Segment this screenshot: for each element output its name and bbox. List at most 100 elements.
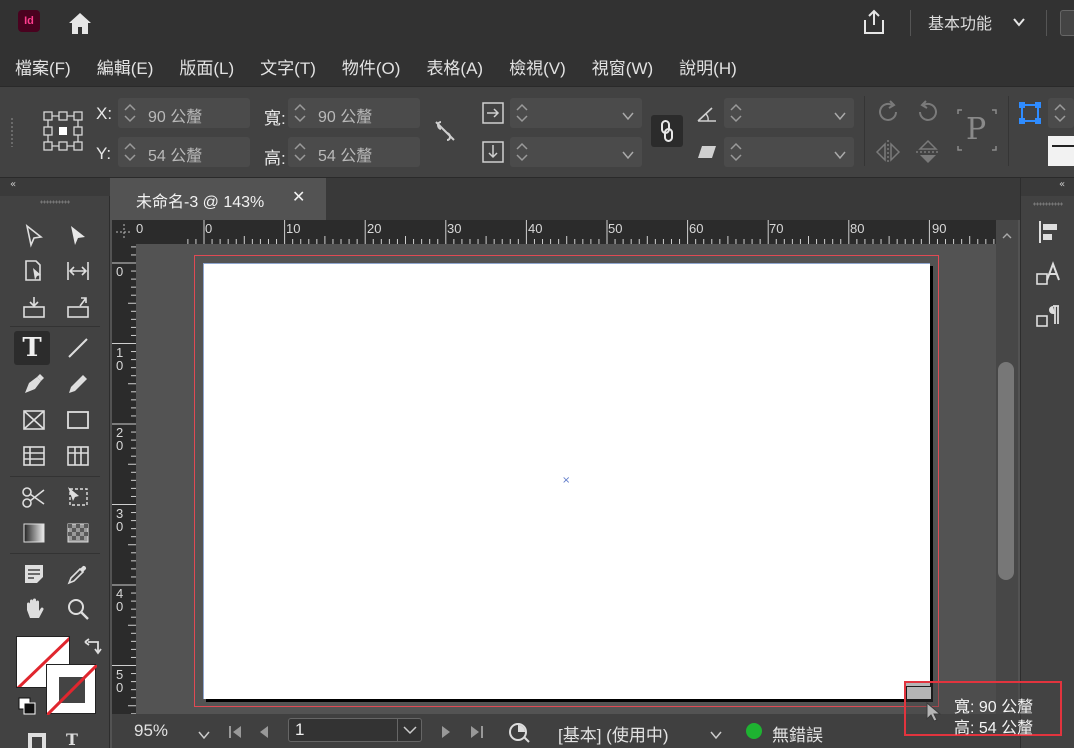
chevron-down-icon[interactable] [834, 146, 846, 160]
stroke-weight-field[interactable] [1048, 98, 1074, 128]
menu-window[interactable]: 視窗(W) [592, 54, 653, 79]
stepper-icon[interactable] [292, 140, 308, 164]
line-tool-icon[interactable] [60, 331, 96, 365]
document-tab[interactable]: 未命名-3 @ 143% ✕ [112, 178, 326, 220]
character-styles-icon[interactable] [1035, 260, 1063, 288]
pencil-tool-icon[interactable] [60, 367, 96, 401]
menu-object[interactable]: 物件(O) [342, 54, 401, 79]
scrollbar-thumb[interactable] [998, 362, 1014, 580]
stepper-icon[interactable] [292, 101, 308, 125]
paragraph-styles-icon[interactable] [1035, 302, 1063, 330]
panel-grip[interactable] [10, 117, 14, 147]
link-icon[interactable] [651, 115, 683, 147]
collapse-icon[interactable]: « [10, 179, 16, 190]
formatting-text-icon[interactable]: T [66, 730, 78, 748]
home-icon[interactable] [66, 10, 94, 36]
scale-y-field[interactable] [510, 137, 642, 167]
stepper-icon[interactable] [1052, 101, 1068, 125]
scroll-up-icon[interactable] [1002, 226, 1012, 239]
gap-tool-icon[interactable] [60, 254, 96, 288]
menu-type[interactable]: 文字(T) [260, 54, 316, 79]
next-page-icon[interactable] [440, 724, 452, 743]
stroke-swatch[interactable] [46, 664, 97, 715]
menu-layout[interactable]: 版面(L) [179, 54, 234, 79]
collapse-icon[interactable]: « [1059, 179, 1065, 190]
unlinked-constrain-icon[interactable] [432, 118, 458, 148]
rectangle-tool-icon[interactable] [60, 403, 96, 437]
chevron-down-icon[interactable] [622, 107, 634, 121]
hand-tool-icon[interactable] [16, 592, 52, 626]
stepper-icon[interactable] [514, 101, 530, 125]
workspace-switcher[interactable]: 基本功能 [928, 10, 992, 34]
scissors-tool-icon[interactable] [16, 480, 52, 514]
dock-header[interactable]: « [1021, 178, 1074, 196]
stepper-icon[interactable] [728, 101, 744, 125]
flip-vertical-icon[interactable] [914, 138, 942, 170]
gradient-feather-tool-icon[interactable] [60, 516, 96, 550]
stepper-icon[interactable] [122, 140, 138, 164]
first-page-icon[interactable] [228, 724, 244, 743]
scale-x-field[interactable] [510, 98, 642, 128]
type-tool-icon[interactable]: T [14, 331, 50, 365]
direct-selection-tool-icon[interactable] [16, 219, 52, 253]
free-transform-tool-icon[interactable] [60, 480, 96, 514]
chevron-down-icon[interactable] [397, 719, 421, 741]
width-field[interactable]: 90 公釐 [288, 98, 420, 128]
menu-table[interactable]: 表格(A) [426, 54, 483, 79]
chevron-down-icon[interactable] [710, 726, 722, 745]
chevron-down-icon[interactable] [622, 146, 634, 160]
rotation-field[interactable] [724, 98, 854, 128]
last-page-icon[interactable] [468, 724, 484, 743]
search-button[interactable] [1060, 10, 1074, 36]
menu-file[interactable]: 檔案(F) [15, 54, 71, 79]
share-icon[interactable] [860, 8, 888, 36]
y-field[interactable]: 54 公釐 [118, 137, 250, 167]
swap-fill-stroke-icon[interactable] [84, 638, 104, 660]
stepper-icon[interactable] [514, 140, 530, 164]
reference-point-icon[interactable] [42, 110, 84, 156]
select-container-icon[interactable] [1018, 101, 1042, 129]
ruler-origin[interactable] [112, 220, 136, 244]
horizontal-ruler[interactable]: 0 0 10 20 30 40 50 60 70 80 90 [136, 220, 996, 244]
note-tool-icon[interactable] [16, 557, 52, 591]
master-page-status[interactable]: [基本] (使用中) [558, 721, 669, 746]
zoom-level[interactable]: 95% [134, 721, 168, 741]
menu-view[interactable]: 檢視(V) [509, 54, 566, 79]
eyedropper-tool-icon[interactable] [60, 557, 96, 591]
pen-tool-icon[interactable] [16, 367, 52, 401]
vertical-ruler[interactable]: 0 1 0 2 0 3 0 4 0 5 0 [112, 244, 136, 714]
view-mode-icon[interactable] [26, 730, 48, 748]
column-grid-icon[interactable] [60, 439, 96, 473]
align-panel-icon[interactable] [1035, 218, 1063, 246]
panel-grip[interactable] [1033, 202, 1063, 206]
menu-help[interactable]: 說明(H) [679, 54, 737, 79]
default-fill-stroke-icon[interactable] [18, 697, 36, 719]
height-field[interactable]: 54 公釐 [288, 137, 420, 167]
vertical-scrollbar[interactable] [996, 220, 1018, 714]
rectangle-frame-tool-icon[interactable] [16, 403, 52, 437]
previous-page-icon[interactable] [258, 724, 270, 743]
selection-tool-icon[interactable] [60, 219, 96, 253]
rotate-counterclockwise-icon[interactable] [914, 98, 942, 130]
table-tool-icon[interactable] [16, 439, 52, 473]
stepper-icon[interactable] [728, 140, 744, 164]
content-collector-icon[interactable] [16, 290, 52, 324]
chevron-down-icon[interactable] [198, 726, 210, 745]
chevron-down-icon[interactable] [834, 107, 846, 121]
rotate-clockwise-icon[interactable] [874, 98, 902, 130]
x-field[interactable]: 90 公釐 [118, 98, 250, 128]
master-page-icon[interactable] [508, 721, 532, 747]
shear-field[interactable] [724, 137, 854, 167]
zoom-tool-icon[interactable] [60, 592, 96, 626]
gradient-swatch-tool-icon[interactable] [16, 516, 52, 550]
paragraph-style-indicator[interactable]: P [956, 108, 998, 152]
flip-horizontal-icon[interactable] [874, 138, 902, 170]
content-placer-icon[interactable] [60, 290, 96, 324]
page-tool-icon[interactable] [16, 254, 52, 288]
stepper-icon[interactable] [122, 101, 138, 125]
preflight-status[interactable]: 無錯誤 [772, 721, 823, 746]
panel-grip[interactable] [40, 200, 70, 204]
close-icon[interactable]: ✕ [292, 187, 305, 206]
tools-panel-header[interactable]: « [0, 178, 110, 196]
menu-edit[interactable]: 編輯(E) [97, 54, 154, 79]
